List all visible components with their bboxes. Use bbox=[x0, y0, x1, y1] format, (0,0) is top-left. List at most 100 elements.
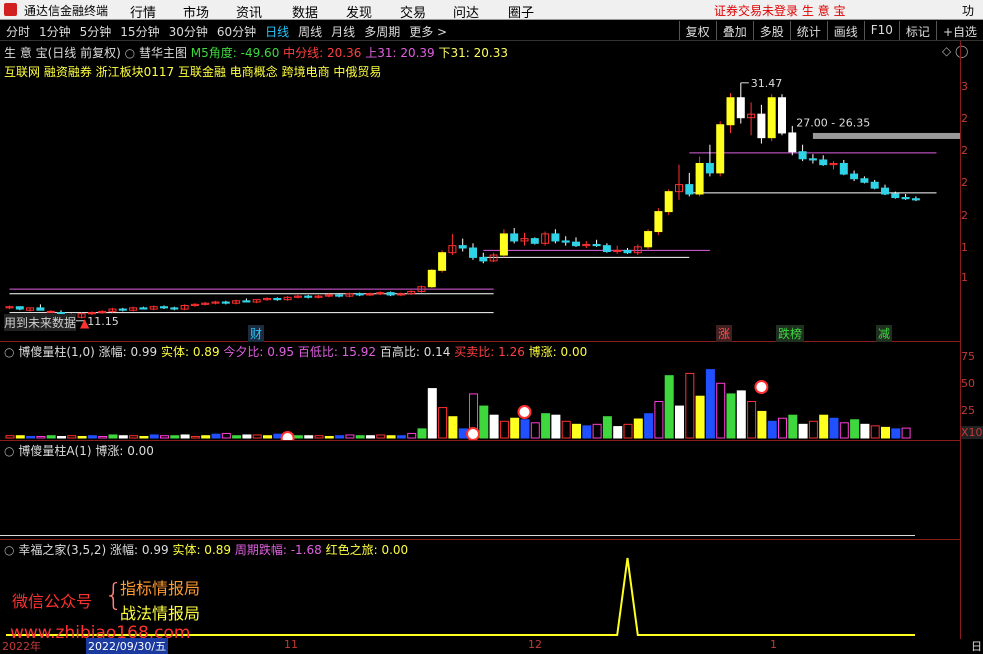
volume-bar bbox=[160, 435, 169, 439]
volume-bar bbox=[664, 375, 674, 439]
volume-bar bbox=[407, 432, 417, 439]
volume-bar bbox=[695, 395, 705, 439]
period-tab-9[interactable]: 多周期 bbox=[364, 25, 400, 39]
candle-body bbox=[36, 307, 45, 311]
panel-divider bbox=[0, 440, 960, 441]
volume-bar bbox=[355, 435, 365, 439]
volume-bar bbox=[180, 434, 190, 439]
price-axis-divider bbox=[960, 41, 961, 639]
candle-body bbox=[273, 297, 282, 301]
candle-body bbox=[438, 252, 447, 271]
period-tab-3[interactable]: 15分钟 bbox=[120, 25, 159, 39]
event-label-dieban[interactable]: 跌榜 bbox=[776, 325, 805, 342]
candle-body bbox=[716, 124, 725, 174]
volume-bar bbox=[613, 426, 623, 439]
volume-bar bbox=[551, 414, 561, 439]
volume-bar bbox=[572, 423, 581, 439]
volume-axis-25: 25 bbox=[961, 404, 975, 417]
menu-shichang[interactable]: 市场 bbox=[183, 2, 209, 21]
toolbar-button-0[interactable]: 复权 bbox=[678, 21, 716, 40]
candle-body bbox=[139, 307, 148, 310]
period-tab-4[interactable]: 30分钟 bbox=[169, 25, 208, 39]
date-axis-period: 日 bbox=[971, 640, 982, 653]
price-axis-tick: 2 bbox=[961, 209, 968, 222]
field-bozhang-a: 博涨: 0.00 bbox=[95, 444, 154, 458]
candlestick-chart[interactable]: 31.47 11.15 27.00 - 26.35 bbox=[0, 41, 960, 341]
price-axis-tick: 1 bbox=[961, 271, 968, 284]
date-axis-cursor[interactable]: 2022/09/30/五 bbox=[86, 638, 169, 654]
volume-bar bbox=[458, 428, 468, 439]
candle-body bbox=[551, 233, 560, 242]
menu-wenda[interactable]: 问达 bbox=[453, 2, 479, 21]
date-axis-tick-12: 12 bbox=[528, 638, 542, 651]
volume-bar bbox=[747, 401, 757, 439]
menu-faxian[interactable]: 发现 bbox=[346, 2, 372, 21]
candle-body bbox=[891, 193, 900, 199]
range-band bbox=[812, 132, 960, 139]
toolbar-button-6[interactable]: 标记 bbox=[898, 21, 936, 40]
volume-bar bbox=[242, 434, 252, 439]
event-label-cai[interactable]: 财 bbox=[248, 325, 265, 342]
toolbar-button-1[interactable]: 叠加 bbox=[715, 21, 753, 40]
candle-body bbox=[685, 184, 694, 195]
volume-bar bbox=[108, 434, 118, 439]
panel-toggle-icon[interactable]: ○ bbox=[4, 444, 14, 458]
candle-body bbox=[736, 97, 745, 119]
range-label: 27.00 - 26.35 bbox=[796, 116, 870, 129]
period-tab-8[interactable]: 月线 bbox=[331, 25, 355, 39]
period-tab-5[interactable]: 60分钟 bbox=[217, 25, 256, 39]
menu-bar: 通达信金融终端 行情 市场 资讯 数据 发现 交易 问达 圈子 证券交易未登录 … bbox=[0, 0, 983, 35]
volume-bar bbox=[757, 410, 767, 439]
period-tab-6[interactable]: 日线 bbox=[265, 25, 289, 39]
toolbar-button-2[interactable]: 多股 bbox=[752, 21, 790, 40]
event-label-jian[interactable]: 减 bbox=[876, 325, 893, 342]
price-axis-tick: 3 bbox=[961, 80, 968, 93]
period-tab-10[interactable]: 更多 > bbox=[409, 25, 447, 39]
period-tab-2[interactable]: 5分钟 bbox=[80, 25, 112, 39]
volume-bar bbox=[87, 435, 97, 439]
toolbar-button-4[interactable]: 画线 bbox=[826, 21, 864, 40]
price-axis-tick: 2 bbox=[961, 112, 968, 125]
volume-bar bbox=[736, 390, 746, 439]
candle-body bbox=[860, 178, 869, 183]
volume-bar bbox=[592, 423, 602, 439]
volume-bar bbox=[386, 435, 396, 439]
candle-body bbox=[901, 197, 910, 200]
menu-quanzi[interactable]: 圈子 bbox=[508, 2, 534, 21]
volume-bar bbox=[716, 382, 726, 439]
period-tab-0[interactable]: 分时 bbox=[6, 25, 30, 39]
volume-bar bbox=[850, 419, 860, 439]
candle-body bbox=[469, 247, 477, 258]
period-tab-1[interactable]: 1分钟 bbox=[39, 25, 71, 39]
menu-jiaoyi[interactable]: 交易 bbox=[400, 2, 426, 21]
candle-body bbox=[510, 233, 519, 242]
period-tab-7[interactable]: 周线 bbox=[298, 25, 322, 39]
volume-bar bbox=[870, 425, 880, 439]
volume-bar bbox=[685, 372, 695, 439]
volume-signal-icon bbox=[754, 380, 769, 394]
volume-bar-chart[interactable] bbox=[0, 342, 960, 440]
volume-bar bbox=[726, 393, 736, 439]
bozhang-panel-name[interactable]: 博傻量柱A(1) bbox=[18, 444, 91, 458]
volume-axis-50: 50 bbox=[961, 377, 975, 390]
volume-bar bbox=[510, 417, 520, 439]
candle-body bbox=[160, 306, 168, 309]
candle-body bbox=[705, 162, 714, 174]
event-label-zhang[interactable]: 涨 bbox=[716, 325, 733, 342]
volume-bar bbox=[252, 434, 262, 439]
volume-bar bbox=[479, 405, 489, 439]
toolbar-button-3[interactable]: 统计 bbox=[789, 21, 827, 40]
candle-body bbox=[118, 308, 127, 311]
price-axis-tick: 2 bbox=[961, 176, 968, 189]
volume-bar bbox=[211, 433, 221, 439]
volume-bar bbox=[324, 435, 334, 439]
menu-zixun[interactable]: 资讯 bbox=[236, 2, 262, 21]
trade-login-warning[interactable]: 证券交易未登录 生 意 宝 bbox=[714, 2, 845, 19]
menu-hangqing[interactable]: 行情 bbox=[130, 2, 156, 21]
toolbar-button-7[interactable]: +自选 bbox=[935, 21, 983, 40]
candle-body bbox=[726, 97, 735, 126]
volume-bar bbox=[273, 433, 283, 439]
menu-shuju[interactable]: 数据 bbox=[292, 2, 318, 21]
volume-bar bbox=[839, 422, 849, 439]
toolbar-button-5[interactable]: F10 bbox=[863, 21, 899, 40]
